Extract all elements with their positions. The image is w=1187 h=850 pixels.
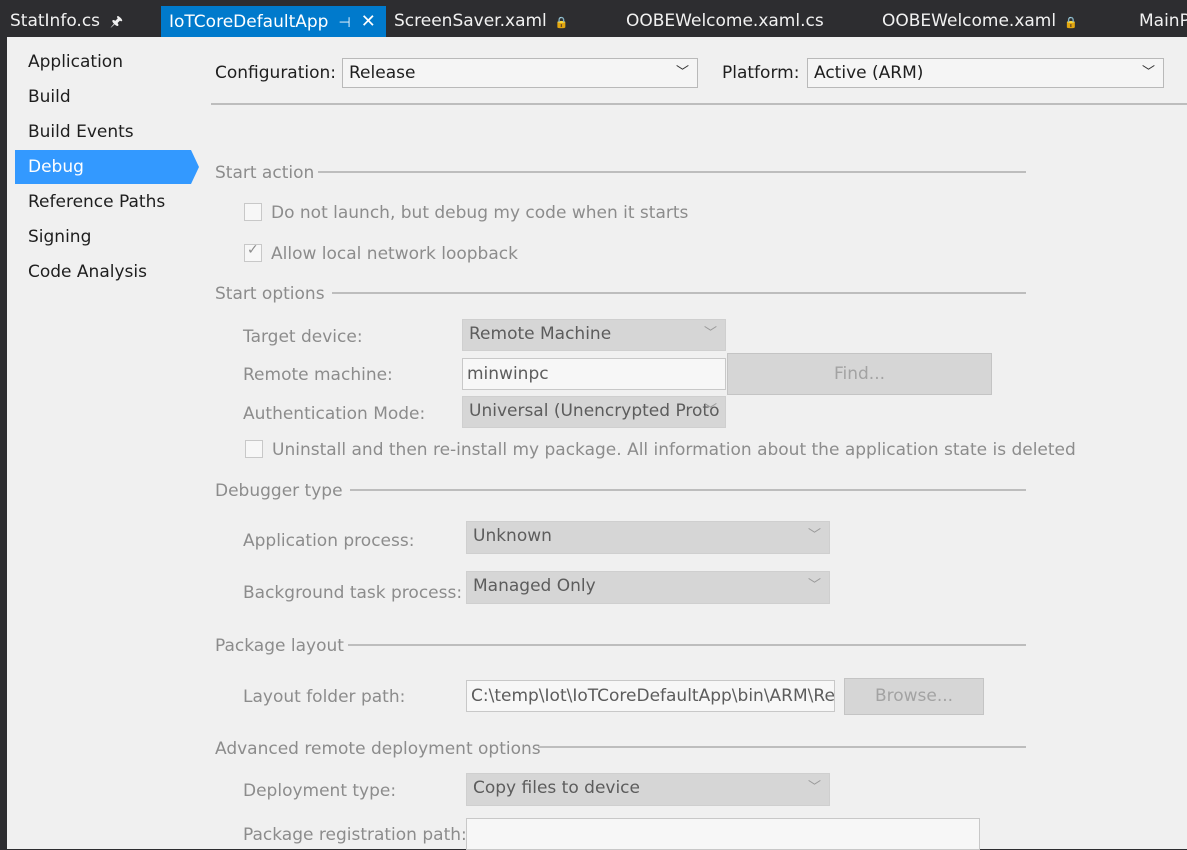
- deployment-type-value: Copy files to device: [473, 778, 640, 798]
- section-debugger-type: Debugger type: [215, 481, 343, 501]
- chevron-down-icon: ﹀: [807, 528, 821, 543]
- checkmark-icon: ✓: [247, 242, 259, 258]
- layout-folder-input[interactable]: C:\temp\Iot\IoTCoreDefaultApp\bin\ARM\Re…: [466, 680, 835, 712]
- close-icon[interactable]: ✕: [361, 11, 376, 32]
- reinstall-label: Uninstall and then re-install my package…: [272, 440, 1076, 460]
- bg-task-value: Managed Only: [473, 576, 596, 596]
- tab-screensaver-xaml[interactable]: ScreenSaver.xaml 🔒: [394, 6, 568, 37]
- section-divider: [348, 644, 1026, 646]
- remote-machine-label: Remote machine:: [243, 365, 393, 385]
- section-divider: [332, 292, 1026, 294]
- configuration-label: Configuration:: [215, 63, 337, 83]
- loopback-checkbox[interactable]: ✓: [244, 242, 262, 262]
- sidebar-item-application[interactable]: Application: [15, 45, 191, 79]
- chevron-down-icon: ﹀: [1141, 65, 1155, 80]
- no-launch-checkbox[interactable]: [244, 203, 262, 221]
- sidebar-item-debug[interactable]: Debug: [15, 150, 199, 184]
- platform-label: Platform:: [722, 63, 800, 83]
- auth-mode-label: Authentication Mode:: [243, 404, 426, 424]
- package-registration-label: Package registration path:: [243, 825, 467, 845]
- section-start-options: Start options: [215, 284, 325, 304]
- find-button[interactable]: Find...: [727, 353, 992, 395]
- project-properties-panel: Application Build Build Events Debug Ref…: [7, 37, 1187, 850]
- platform-value: Active (ARM): [814, 63, 924, 83]
- platform-select[interactable]: Active (ARM) ﹀: [807, 58, 1164, 88]
- app-process-label: Application process:: [243, 531, 415, 551]
- package-registration-input[interactable]: [466, 818, 980, 850]
- sidebar-item-code-analysis[interactable]: Code Analysis: [15, 255, 191, 289]
- tab-label: ScreenSaver.xaml: [394, 11, 547, 31]
- tab-mainpage[interactable]: MainP: [1139, 6, 1187, 37]
- deployment-type-select[interactable]: Copy files to device ﹀: [466, 773, 830, 806]
- target-device-select[interactable]: Remote Machine ﹀: [462, 319, 726, 351]
- sidebar-item-build[interactable]: Build: [15, 80, 191, 114]
- configuration-value: Release: [349, 63, 416, 83]
- auth-mode-select[interactable]: Universal (Unencrypted Proto ﹀: [462, 396, 726, 428]
- sidebar-item-build-events[interactable]: Build Events: [15, 115, 191, 149]
- tab-iotcoredefaultapp[interactable]: IoTCoreDefaultApp ⊣ ✕: [161, 6, 386, 37]
- chevron-down-icon: ﹀: [703, 403, 717, 418]
- chevron-down-icon: ﹀: [675, 65, 689, 80]
- section-package-layout: Package layout: [215, 636, 344, 656]
- section-divider: [538, 746, 1026, 748]
- tab-label: OOBEWelcome.xaml: [882, 11, 1057, 31]
- target-device-value: Remote Machine: [469, 324, 612, 344]
- bg-task-select[interactable]: Managed Only ﹀: [466, 571, 830, 604]
- app-process-value: Unknown: [473, 526, 552, 546]
- remote-machine-input[interactable]: minwinpc: [462, 358, 726, 390]
- section-start-action: Start action: [215, 163, 315, 183]
- lock-icon: 🔒: [554, 16, 569, 29]
- section-divider: [318, 171, 1026, 173]
- tab-statinfo-cs[interactable]: StatInfo.cs 🖈: [10, 6, 123, 37]
- pin-icon[interactable]: 🖈: [110, 14, 123, 30]
- tab-label: MainP: [1139, 11, 1187, 31]
- tab-label: OOBEWelcome.xaml.cs: [626, 11, 824, 31]
- target-device-label: Target device:: [243, 327, 363, 347]
- loopback-label: Allow local network loopback: [271, 244, 518, 264]
- auth-mode-value: Universal (Unencrypted Proto: [469, 401, 720, 421]
- reinstall-checkbox[interactable]: [245, 440, 263, 458]
- chevron-down-icon: ﹀: [703, 326, 717, 341]
- pin-icon[interactable]: ⊣: [338, 15, 350, 31]
- no-launch-label: Do not launch, but debug my code when it…: [271, 203, 689, 223]
- tab-oobewelcome-xaml[interactable]: OOBEWelcome.xaml 🔒: [882, 6, 1078, 37]
- tab-label: StatInfo.cs: [10, 11, 101, 31]
- app-process-select[interactable]: Unknown ﹀: [466, 521, 830, 554]
- configuration-select[interactable]: Release ﹀: [342, 58, 698, 88]
- section-advanced-deployment: Advanced remote deployment options: [215, 739, 541, 759]
- tab-label: IoTCoreDefaultApp: [169, 12, 329, 32]
- browse-button[interactable]: Browse...: [844, 678, 984, 715]
- layout-folder-label: Layout folder path:: [243, 687, 406, 707]
- config-divider: [211, 103, 1187, 105]
- chevron-down-icon: ﹀: [807, 578, 821, 593]
- deployment-type-label: Deployment type:: [243, 781, 397, 801]
- section-divider: [350, 489, 1026, 491]
- tab-oobewelcome-xaml-cs[interactable]: OOBEWelcome.xaml.cs: [626, 6, 824, 37]
- document-tab-strip: StatInfo.cs 🖈 IoTCoreDefaultApp ⊣ ✕ ScreenS…: [0, 0, 1187, 37]
- bg-task-label: Background task process:: [243, 583, 463, 603]
- lock-icon: 🔒: [1064, 16, 1078, 29]
- sidebar-item-reference-paths[interactable]: Reference Paths: [15, 185, 191, 219]
- chevron-down-icon: ﹀: [807, 780, 821, 795]
- sidebar-item-signing[interactable]: Signing: [15, 220, 191, 254]
